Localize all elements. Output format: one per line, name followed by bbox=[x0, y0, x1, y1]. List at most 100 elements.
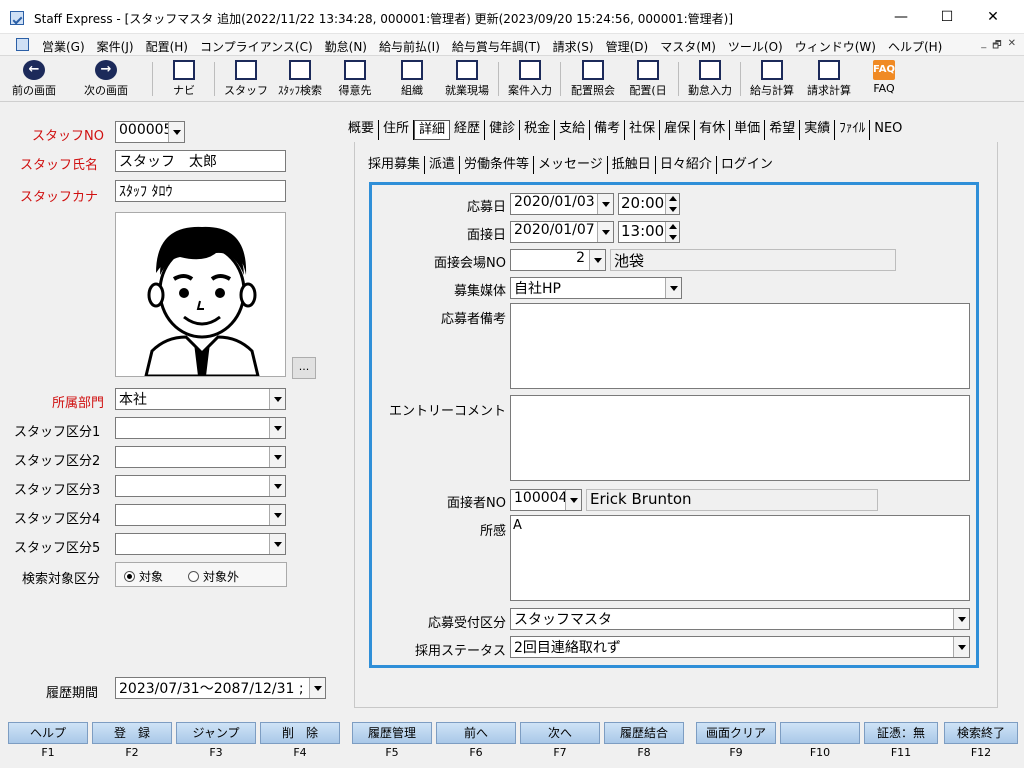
radio-not-target[interactable]: 対象外 bbox=[188, 568, 239, 585]
hiring-status-select[interactable]: 2回目連絡取れず bbox=[510, 636, 970, 658]
tab-neo[interactable]: NEO bbox=[870, 120, 906, 140]
staff-category-2-select[interactable] bbox=[115, 446, 286, 468]
organization-button[interactable]: 組織 bbox=[392, 58, 432, 100]
reception-category-select[interactable]: スタッフマスタ bbox=[510, 608, 970, 630]
tab-career[interactable]: 経歴 bbox=[450, 120, 486, 140]
menu-tools[interactable]: ツール(O) bbox=[722, 38, 789, 55]
entry-comment-textarea[interactable] bbox=[510, 395, 970, 481]
placement-day-button[interactable]: 配置(日 bbox=[624, 58, 672, 100]
apply-time-spinner[interactable]: 20:00 bbox=[618, 193, 680, 215]
client-button[interactable]: 得意先 bbox=[332, 58, 378, 100]
faq-button[interactable]: FAQ FAQ bbox=[864, 58, 904, 100]
menu-help[interactable]: ヘルプ(H) bbox=[882, 38, 948, 55]
navi-button[interactable]: ナビ bbox=[164, 58, 204, 100]
history-manage-button[interactable]: 履歴管理 bbox=[352, 722, 432, 744]
radio-target[interactable]: 対象 bbox=[124, 568, 163, 585]
subtab-message[interactable]: メッセージ bbox=[534, 156, 608, 174]
maximize-button[interactable]: ☐ bbox=[924, 0, 970, 34]
mdi-restore-button[interactable]: 🗗 bbox=[992, 38, 1001, 55]
mdi-minimize-button[interactable]: _ bbox=[981, 38, 986, 55]
back-button[interactable]: ← 前の画面 bbox=[6, 58, 62, 100]
recruit-media-select[interactable]: 自社HP bbox=[510, 277, 682, 299]
tab-details[interactable]: 詳細 bbox=[414, 120, 451, 140]
tab-preferences[interactable]: 希望 bbox=[765, 120, 801, 140]
subtab-recruitment[interactable]: 採用募集 bbox=[364, 156, 426, 174]
minimize-button[interactable]: — bbox=[878, 0, 924, 34]
tab-paid-leave[interactable]: 有休 bbox=[695, 120, 731, 140]
staff-name-input[interactable]: スタッフ 太郎 bbox=[115, 150, 286, 172]
placement-inquiry-button[interactable]: 配置照会 bbox=[566, 58, 620, 100]
subtab-conflict-date[interactable]: 抵触日 bbox=[608, 156, 656, 174]
spinner-arrows-icon[interactable] bbox=[665, 222, 679, 242]
menu-payroll[interactable]: 給与賞与年調(T) bbox=[446, 38, 547, 55]
tab-address[interactable]: 住所 bbox=[379, 120, 415, 140]
payroll-calc-button[interactable]: 給与計算 bbox=[746, 58, 798, 100]
subtab-daily-referral[interactable]: 日々紹介 bbox=[656, 156, 717, 174]
staff-search-button[interactable]: ｽﾀｯﾌ検索 bbox=[272, 58, 328, 100]
menu-sales[interactable]: 営業(G) bbox=[36, 38, 91, 55]
delete-button[interactable]: 削 除 bbox=[260, 722, 340, 744]
tab-overview[interactable]: 概要 bbox=[344, 120, 380, 140]
menu-jobs[interactable]: 案件(J) bbox=[91, 38, 140, 55]
subtab-working-conditions[interactable]: 労働条件等 bbox=[460, 156, 535, 174]
subtab-dispatch[interactable]: 派遣 bbox=[425, 156, 461, 174]
job-entry-button[interactable]: 案件入力 bbox=[504, 58, 556, 100]
jump-button[interactable]: ジャンプ bbox=[176, 722, 256, 744]
attendance-entry-button[interactable]: 勤怠入力 bbox=[684, 58, 736, 100]
staff-category-1-select[interactable] bbox=[115, 417, 286, 439]
register-button[interactable]: 登 録 bbox=[92, 722, 172, 744]
staff-category-3-select[interactable] bbox=[115, 475, 286, 497]
interviewer-no-select[interactable]: 100004 bbox=[510, 489, 582, 511]
apply-date-select[interactable]: 2020/01/03 bbox=[510, 193, 614, 215]
menu-admin[interactable]: 管理(D) bbox=[600, 38, 655, 55]
staff-kana-input[interactable]: ｽﾀｯﾌ ﾀﾛｳ bbox=[115, 180, 286, 202]
menu-window[interactable]: ウィンドウ(W) bbox=[789, 38, 882, 55]
staff-category-5-select[interactable] bbox=[115, 533, 286, 555]
staff-category-4-select[interactable] bbox=[115, 504, 286, 526]
tab-notes[interactable]: 備考 bbox=[590, 120, 626, 140]
clear-screen-button[interactable]: 画面クリア bbox=[696, 722, 776, 744]
f10-button[interactable] bbox=[780, 722, 860, 744]
menu-master[interactable]: マスタ(M) bbox=[654, 38, 722, 55]
tab-health-check[interactable]: 健診 bbox=[485, 120, 521, 140]
interview-date-select[interactable]: 2020/01/07 bbox=[510, 221, 614, 243]
voucher-button[interactable]: 証憑：無 bbox=[864, 722, 938, 744]
tab-tax[interactable]: 税金 bbox=[520, 120, 556, 140]
billing-calc-button[interactable]: 請求計算 bbox=[802, 58, 856, 100]
menu-attendance[interactable]: 勤怠(N) bbox=[319, 38, 373, 55]
subtab-login[interactable]: ログイン bbox=[717, 156, 777, 174]
tab-files[interactable]: ﾌｧｲﾙ bbox=[835, 120, 871, 140]
exit-search-button[interactable]: 検索終了 bbox=[944, 722, 1018, 744]
tab-social-insurance[interactable]: 社保 bbox=[625, 120, 661, 140]
previous-button[interactable]: 前へ bbox=[436, 722, 516, 744]
next-button[interactable]: 次へ bbox=[520, 722, 600, 744]
history-merge-button[interactable]: 履歴結合 bbox=[604, 722, 684, 744]
venue-no-select[interactable]: 2 bbox=[510, 249, 606, 271]
spinner-arrows-icon[interactable] bbox=[665, 194, 679, 214]
tab-unit-price[interactable]: 単価 bbox=[730, 120, 766, 140]
arrow-right-icon: → bbox=[95, 60, 117, 80]
tab-payment[interactable]: 支給 bbox=[555, 120, 591, 140]
menu-advance-pay[interactable]: 給与前払(I) bbox=[373, 38, 446, 55]
menu-placement[interactable]: 配置(H) bbox=[140, 38, 194, 55]
menu-compliance[interactable]: コンプライアンス(C) bbox=[194, 38, 319, 55]
forward-button[interactable]: → 次の画面 bbox=[76, 58, 136, 100]
mdi-window-icon[interactable] bbox=[16, 38, 29, 51]
help-button[interactable]: ヘルプ bbox=[8, 722, 88, 744]
tab-results[interactable]: 実績 bbox=[800, 120, 836, 140]
interview-time-spinner[interactable]: 13:00 bbox=[618, 221, 680, 243]
close-button[interactable]: ✕ bbox=[970, 0, 1016, 34]
history-period-select[interactable]: 2023/07/31～2087/12/31 ; bbox=[115, 677, 326, 699]
photo-browse-button[interactable]: ... bbox=[292, 357, 316, 379]
impression-textarea[interactable]: A bbox=[510, 515, 970, 601]
radio-selected-icon bbox=[124, 571, 135, 582]
tab-employment-insurance[interactable]: 雇保 bbox=[660, 120, 696, 140]
mdi-close-button[interactable]: ✕ bbox=[1008, 38, 1016, 55]
department-select[interactable]: 本社 bbox=[115, 388, 286, 410]
toolbar-separator bbox=[214, 62, 215, 96]
staff-no-select[interactable]: 000005 bbox=[115, 121, 185, 143]
menu-billing[interactable]: 請求(S) bbox=[547, 38, 600, 55]
work-site-button[interactable]: 就業現場 bbox=[440, 58, 494, 100]
applicant-note-textarea[interactable] bbox=[510, 303, 970, 389]
staff-button[interactable]: スタッフ bbox=[224, 58, 268, 100]
